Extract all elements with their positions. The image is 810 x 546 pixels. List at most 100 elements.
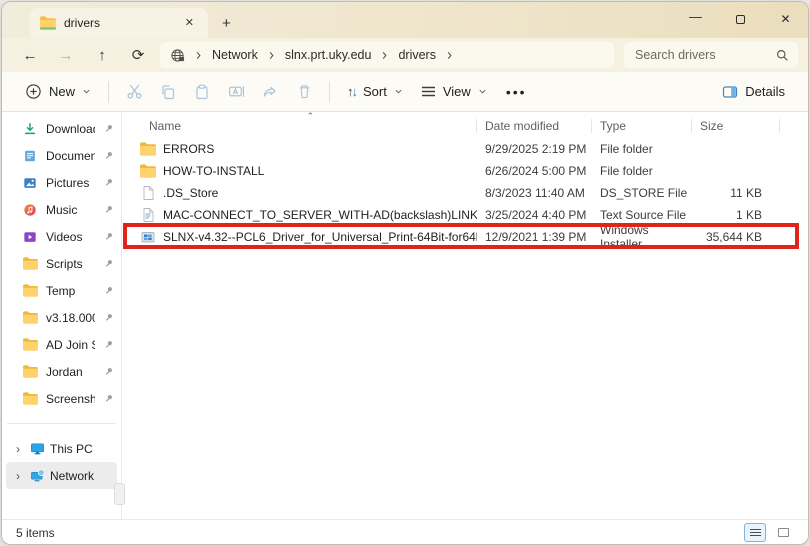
- sidebar-item-ad-join-scripts[interactable]: AD Join Scrip: [2, 331, 121, 358]
- file-type: DS_STORE File: [592, 186, 692, 200]
- folder-icon: [140, 163, 156, 179]
- column-header-name[interactable]: ⌃ Name: [122, 114, 477, 138]
- column-header-label: Date modified: [485, 119, 559, 133]
- refresh-button[interactable]: ⟳: [120, 41, 156, 69]
- network-location-icon: [170, 48, 185, 63]
- breadcrumb-drivers[interactable]: drivers: [398, 48, 436, 62]
- new-button[interactable]: New: [16, 76, 100, 108]
- file-row-errors[interactable]: ERRORS 9/29/2025 2:19 PM File folder: [122, 138, 808, 160]
- column-header-size[interactable]: Size: [692, 114, 780, 138]
- file-date: 6/26/2024 5:00 PM: [477, 164, 592, 178]
- tab-close-icon[interactable]: ✕: [181, 16, 198, 31]
- sidebar-item-label: Screenshots: [46, 392, 95, 406]
- network-icon: [29, 468, 45, 484]
- icons-view-toggle[interactable]: [772, 523, 794, 542]
- sort-ascending-icon: ⌃: [307, 111, 315, 122]
- maximize-button[interactable]: [718, 2, 763, 36]
- column-header-label: Name: [149, 119, 181, 133]
- breadcrumb-server[interactable]: slnx.prt.uky.edu: [285, 48, 372, 62]
- chevron-right-icon: [258, 51, 285, 60]
- view-icon: [421, 85, 436, 98]
- title-bar: drivers ✕ + — ✕: [2, 2, 808, 38]
- file-date: 8/3/2023 11:40 AM: [477, 186, 592, 200]
- content-area: Downloads Documents Pictures: [2, 112, 808, 519]
- file-name: HOW-TO-INSTALL: [163, 164, 264, 178]
- search-box[interactable]: [624, 42, 798, 68]
- sidebar-item-label: This PC: [50, 442, 93, 456]
- items-count: 5 items: [16, 526, 55, 540]
- back-button[interactable]: ←: [12, 41, 48, 69]
- chevron-expand-icon[interactable]: ›: [12, 442, 24, 456]
- sidebar-item-documents[interactable]: Documents: [2, 142, 121, 169]
- new-tab-button[interactable]: +: [208, 8, 245, 38]
- delete-button[interactable]: [287, 76, 321, 108]
- chevron-down-icon: [478, 87, 487, 96]
- explorer-tab[interactable]: drivers ✕: [30, 8, 208, 38]
- sort-icon: ↑↓: [347, 84, 356, 99]
- up-button[interactable]: ↑: [84, 41, 120, 69]
- file-row-how-to-install[interactable]: HOW-TO-INSTALL 6/26/2024 5:00 PM File fo…: [122, 160, 808, 182]
- file-name: .DS_Store: [163, 186, 218, 200]
- paste-icon: [194, 84, 210, 100]
- sidebar-item-temp[interactable]: Temp: [2, 277, 121, 304]
- search-icon: [776, 49, 789, 62]
- pin-icon: [103, 177, 114, 188]
- sidebar-item-pictures[interactable]: Pictures: [2, 169, 121, 196]
- status-bar: 5 items: [2, 519, 808, 545]
- file-name: MAC-CONNECT_TO_SERVER_WITH-AD(backslash)…: [163, 208, 477, 222]
- share-button[interactable]: [253, 76, 287, 108]
- documents-icon: [22, 148, 38, 164]
- sidebar-item-network[interactable]: › Network: [6, 462, 117, 489]
- new-button-label: New: [49, 84, 75, 99]
- column-headers: ⌃ Name Date modified Type Size: [122, 114, 808, 138]
- cut-icon: [126, 83, 143, 100]
- chevron-right-icon: [371, 51, 398, 60]
- sidebar-item-label: Temp: [46, 284, 95, 298]
- column-header-label: Type: [600, 119, 626, 133]
- folder-tab-icon: [40, 16, 56, 30]
- minimize-button[interactable]: —: [673, 2, 718, 36]
- sidebar-item-v3180001[interactable]: v3.18.0001-bl: [2, 304, 121, 331]
- search-input[interactable]: [633, 47, 776, 63]
- sidebar-item-music[interactable]: Music: [2, 196, 121, 223]
- column-header-type[interactable]: Type: [592, 114, 692, 138]
- pin-icon: [103, 204, 114, 215]
- command-toolbar: New: [2, 72, 808, 112]
- file-row-ds-store[interactable]: .DS_Store 8/3/2023 11:40 AM DS_STORE Fil…: [122, 182, 808, 204]
- window-close-button[interactable]: ✕: [763, 2, 808, 36]
- file-explorer-window: drivers ✕ + — ✕ ← → ↑ ⟳ Network sl: [1, 1, 809, 545]
- rename-button[interactable]: [219, 76, 253, 108]
- tab-title: drivers: [64, 16, 100, 30]
- sidebar-item-label: Downloads: [46, 122, 95, 136]
- more-options-button[interactable]: •••: [496, 84, 537, 100]
- column-header-date-modified[interactable]: Date modified: [477, 114, 592, 138]
- sidebar-item-label: Music: [46, 203, 95, 217]
- sidebar-item-screenshots[interactable]: Screenshots: [2, 385, 121, 412]
- file-type: Text Source File: [592, 208, 692, 222]
- sidebar-item-label: Scripts: [46, 257, 95, 271]
- details-pane-icon: [722, 84, 738, 100]
- sidebar-item-downloads[interactable]: Downloads: [2, 115, 121, 142]
- details-pane-button[interactable]: Details: [713, 76, 794, 108]
- icons-view-icon: [778, 528, 789, 537]
- paste-button[interactable]: [185, 76, 219, 108]
- sort-button[interactable]: ↑↓ Sort: [338, 76, 412, 108]
- music-icon: [22, 202, 38, 218]
- view-button[interactable]: View: [412, 76, 496, 108]
- sidebar-item-videos[interactable]: Videos: [2, 223, 121, 250]
- trash-icon: [297, 84, 312, 99]
- chevron-right-icon: [185, 51, 212, 60]
- forward-button[interactable]: →: [48, 41, 84, 69]
- sidebar-item-jordan[interactable]: Jordan: [2, 358, 121, 385]
- breadcrumb-network[interactable]: Network: [212, 48, 258, 62]
- cut-button[interactable]: [117, 76, 151, 108]
- sidebar-item-this-pc[interactable]: › This PC: [6, 435, 117, 462]
- toolbar-divider: [108, 81, 109, 103]
- chevron-expand-icon[interactable]: ›: [12, 469, 24, 483]
- details-view-toggle[interactable]: [744, 523, 766, 542]
- sidebar-item-scripts[interactable]: Scripts: [2, 250, 121, 277]
- copy-button[interactable]: [151, 76, 185, 108]
- file-type: File folder: [592, 142, 692, 156]
- pane-splitter-handle[interactable]: [114, 483, 125, 505]
- downloads-icon: [22, 121, 38, 137]
